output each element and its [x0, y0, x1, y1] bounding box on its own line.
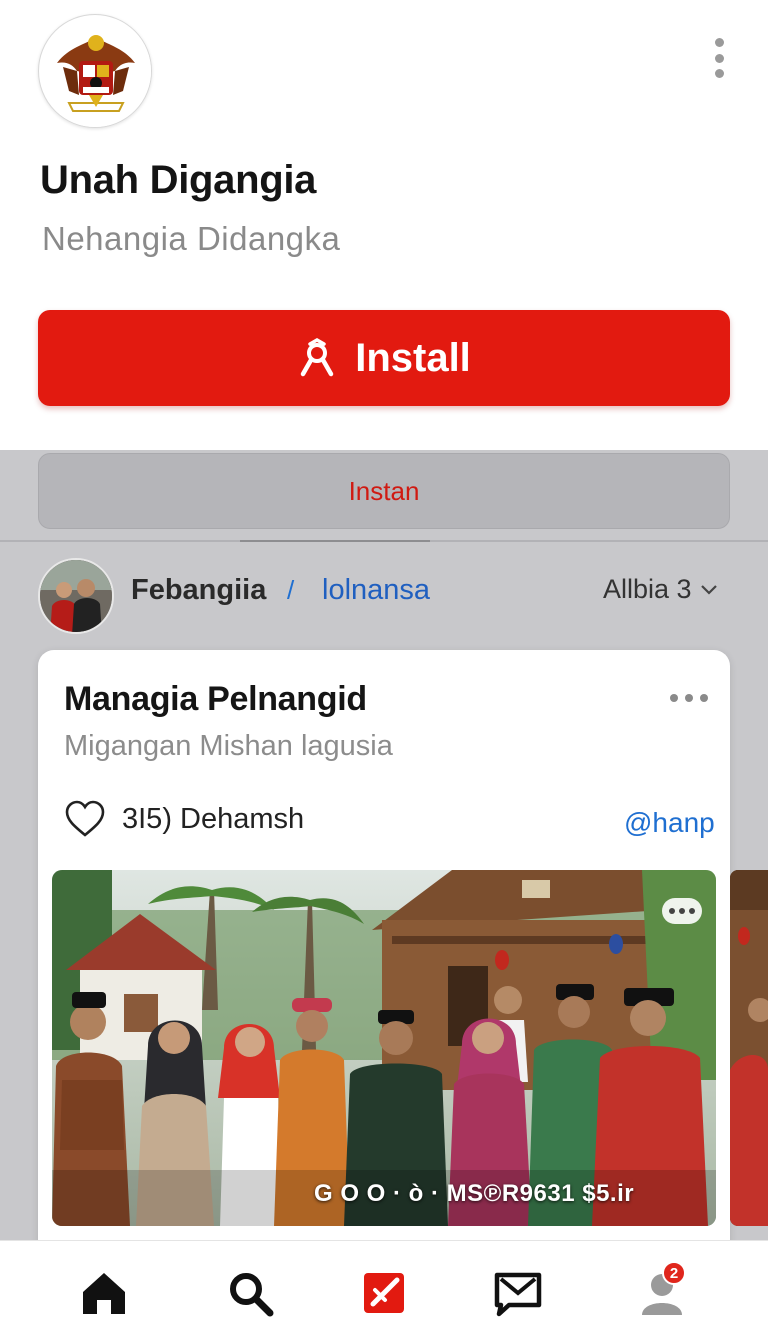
nav-messages-icon[interactable] [492, 1267, 544, 1319]
post-more-icon[interactable] [670, 694, 708, 702]
divider [0, 540, 768, 542]
heart-icon[interactable] [64, 800, 106, 838]
photo-caption: G O O · ò · MS℗R9631 $5.ir [314, 1180, 635, 1207]
author-avatar[interactable] [38, 558, 114, 634]
post-card: Managia Pelnangid Migangan Mishan lagusi… [38, 650, 730, 1260]
bottom-nav: 2 [0, 1240, 768, 1344]
app-subtitle: Nehangia Didangka [42, 220, 341, 257]
notification-badge: 2 [662, 1261, 686, 1285]
chevron-down-icon [700, 584, 717, 595]
nav-create-icon[interactable] [358, 1267, 410, 1319]
install-button[interactable]: Install [38, 310, 730, 406]
post-photo[interactable]: G O O · ò · MS℗R9631 $5.ir [52, 870, 716, 1226]
post-title: Managia Pelnangid [64, 680, 367, 718]
post-subtitle: Migangan Mishan lagusia [64, 730, 393, 762]
app-header: Unah Digangia Nehangia Didangka Install [0, 0, 768, 450]
nav-search-icon[interactable] [224, 1267, 276, 1319]
app-title: Unah Digangia [40, 158, 317, 202]
author-name[interactable]: Febangiia [131, 574, 266, 607]
post-handle-link[interactable]: @hanp [624, 807, 715, 839]
sort-label: Allbia 3 [603, 574, 692, 604]
nav-home-icon[interactable] [78, 1267, 130, 1319]
app-logo [38, 14, 152, 128]
nav-profile-icon[interactable]: 2 [636, 1261, 688, 1319]
overflow-menu-icon[interactable] [708, 38, 730, 78]
author-separator: / [287, 575, 295, 605]
install-icon [300, 338, 334, 377]
secondary-button[interactable]: Instan [38, 453, 730, 529]
author-link[interactable]: lolnansa [322, 574, 430, 607]
sort-dropdown[interactable]: Allbia 3 [603, 574, 718, 605]
next-photo-preview[interactable] [730, 870, 768, 1226]
install-label: Install [355, 335, 471, 380]
likes-count: 3I5) Dehamsh [122, 803, 305, 835]
photo-more-icon[interactable] [662, 898, 702, 924]
